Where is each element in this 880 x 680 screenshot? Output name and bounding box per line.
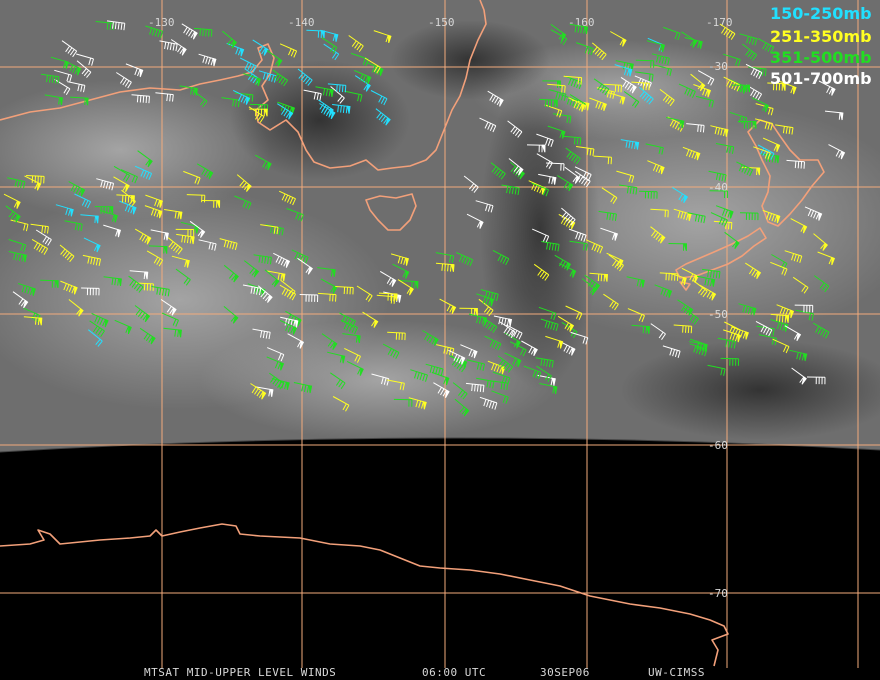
water-vapor-imagery (0, 0, 880, 452)
longitude-label: -130 (148, 16, 175, 29)
latitude-label: -60 (708, 439, 728, 452)
footer-title: MTSAT MID-UPPER LEVEL WINDS (144, 666, 336, 679)
longitude-label: -170 (706, 16, 733, 29)
satellite-wind-map: -130 -140 -150 -160 -170 -30 -40 -50 -60… (0, 0, 880, 679)
latitude-label: -30 (708, 60, 728, 73)
longitude-label: -150 (428, 16, 455, 29)
antarctica-coast (0, 523, 729, 667)
footer-time: 06:00 UTC (422, 666, 486, 679)
latitude-label: -50 (708, 308, 728, 321)
footer-date: 30SEP06 (540, 666, 590, 679)
legend-label-351-500mb: 351-500mb (770, 48, 872, 67)
footer: MTSAT MID-UPPER LEVEL WINDS 06:00 UTC 30… (144, 666, 705, 679)
latitude-label: -70 (708, 587, 728, 600)
longitude-label: -140 (288, 16, 315, 29)
legend-label-251-350mb: 251-350mb (770, 27, 872, 46)
legend-label-501-700mb: 501-700mb (770, 69, 872, 88)
footer-source: UW-CIMSS (648, 666, 705, 679)
legend-label-150-250mb: 150-250mb (770, 4, 872, 23)
